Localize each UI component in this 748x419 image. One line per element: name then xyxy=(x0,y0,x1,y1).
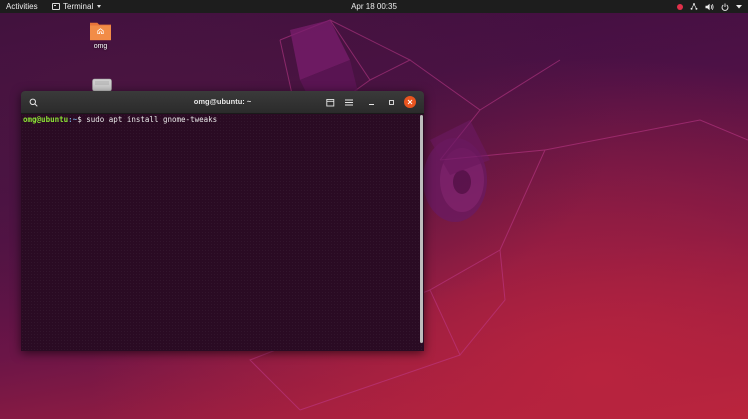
minimize-button[interactable] xyxy=(365,96,377,108)
network-icon[interactable] xyxy=(690,3,698,10)
terminal-app-icon xyxy=(52,3,60,10)
command-line: omg@ubuntu:~$ sudo apt install gnome-twe… xyxy=(23,115,422,125)
recording-indicator-icon[interactable] xyxy=(677,3,683,10)
terminal-output[interactable]: omg@ubuntu:~$ sudo apt install gnome-twe… xyxy=(21,114,424,351)
desktop-icon-home[interactable]: omg xyxy=(88,20,113,50)
close-button[interactable] xyxy=(404,96,416,108)
minimize-icon xyxy=(368,103,374,105)
drive-icon xyxy=(92,78,112,92)
top-bar: Activities Terminal Apr 18 00:35 xyxy=(0,0,748,13)
maximize-icon xyxy=(388,99,394,105)
desktop-icon-label: omg xyxy=(93,43,108,50)
chevron-down-icon[interactable] xyxy=(736,4,742,9)
system-tray[interactable] xyxy=(677,0,742,13)
window-title: omg@ubuntu: ~ xyxy=(193,97,252,106)
clock-label[interactable]: Apr 18 00:35 xyxy=(351,2,397,11)
clock: Apr 18 00:35 xyxy=(0,0,748,13)
new-tab-icon xyxy=(325,98,334,106)
chevron-down-icon xyxy=(97,5,102,8)
app-menu[interactable]: Terminal xyxy=(52,0,102,13)
prompt-path: :~ xyxy=(68,115,78,124)
hamburger-icon xyxy=(345,99,353,105)
typed-command: sudo apt install gnome-tweaks xyxy=(81,115,218,124)
volume-icon[interactable] xyxy=(705,3,714,11)
terminal-scrollbar[interactable] xyxy=(420,115,423,343)
power-icon[interactable] xyxy=(721,3,729,11)
prompt-user: omg@ubuntu xyxy=(23,115,69,124)
close-icon xyxy=(407,99,413,105)
home-folder-icon xyxy=(90,22,111,41)
terminal-headerbar[interactable]: omg@ubuntu: ~ xyxy=(21,91,424,114)
hamburger-menu-button[interactable] xyxy=(343,96,355,108)
activities-button[interactable]: Activities xyxy=(6,0,38,13)
maximize-button[interactable] xyxy=(385,96,397,108)
desktop: Activities Terminal Apr 18 00:35 omg omg… xyxy=(0,0,748,419)
terminal-window[interactable]: omg@ubuntu: ~ omg@ubuntu:~$ sudo apt ins… xyxy=(21,91,424,351)
app-menu-label: Terminal xyxy=(63,2,94,11)
desktop-icon-drive[interactable] xyxy=(92,78,112,92)
new-tab-button[interactable] xyxy=(324,96,336,108)
